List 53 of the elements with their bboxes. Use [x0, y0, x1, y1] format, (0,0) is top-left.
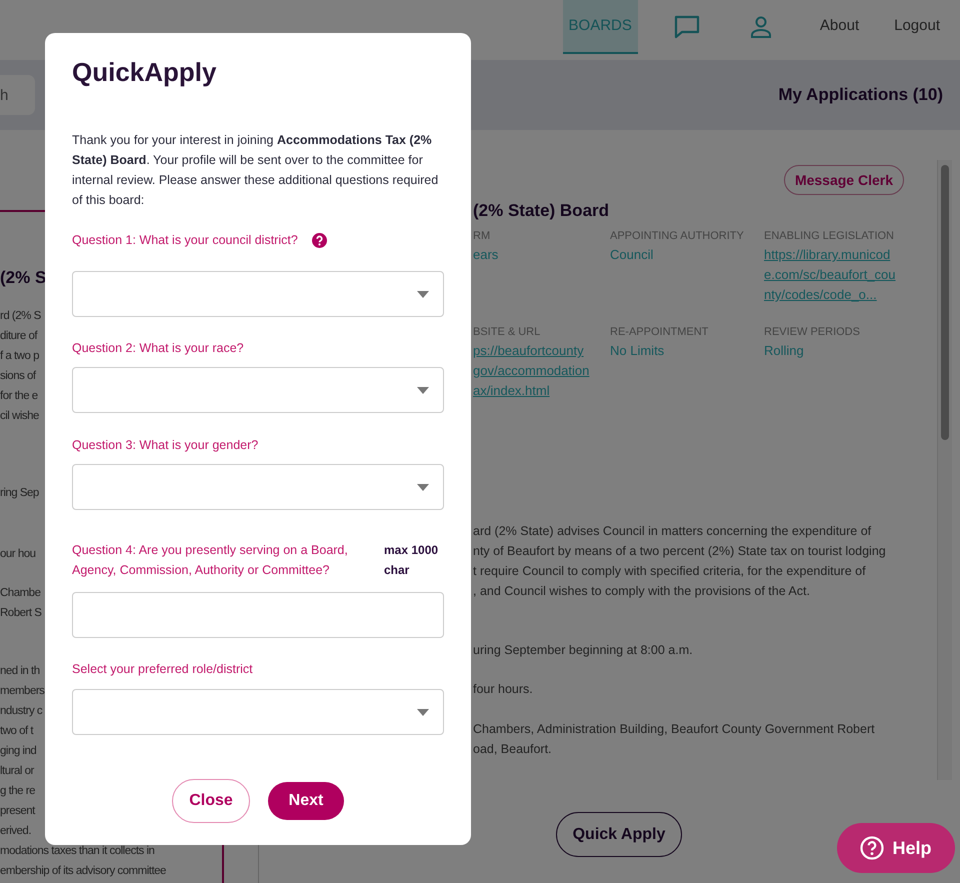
description-text: four hours.: [473, 681, 534, 698]
select-field[interactable]: [72, 271, 444, 317]
nav-link[interactable]: Logout: [894, 0, 940, 54]
description-text: ring Sep: [0, 486, 39, 501]
field-label: BSITE & URL: [473, 325, 542, 339]
close-button[interactable]: Close: [172, 779, 250, 823]
description-text: modations taxes than it collects in embership of its advisory committee: [0, 844, 166, 879]
next-button[interactable]: Next: [268, 782, 344, 820]
question-label: Question 4: Are you presently serving on a Board, Agency, Commission, Authority or Committee?: [72, 542, 349, 579]
description-text: Chambe Robert S: [0, 586, 42, 621]
question-label: Select your preferred role/district: [72, 661, 253, 678]
field-value: Council: [610, 246, 654, 264]
board-title: (2% State) Board: [473, 201, 610, 221]
modal-title: QuickApply: [72, 56, 218, 88]
field-value: ears: [473, 246, 500, 264]
character-limit: max 1000 char: [384, 542, 440, 579]
caret-icon: [417, 484, 429, 490]
text-field[interactable]: [72, 592, 444, 638]
field-label: APPOINTING AUTHORITY: [610, 229, 745, 243]
select-field[interactable]: [72, 367, 444, 413]
scrollbar-thumb[interactable]: [941, 165, 949, 440]
url-link[interactable]: ps://beaufortcounty gov/accommodation ax/index.html: [473, 341, 590, 401]
select-field[interactable]: [72, 464, 444, 510]
caret-icon: [417, 708, 429, 716]
select-field[interactable]: [72, 689, 444, 735]
description-text: our hou: [0, 547, 36, 562]
board-heading: (2% S: [0, 268, 48, 288]
description-text: ned in th members ndustry c two of t ging ind ltural or g the re present erived.: [0, 664, 44, 839]
nav-link[interactable]: About: [820, 0, 860, 54]
field-label: REVIEW PERIODS: [764, 325, 861, 339]
help-button[interactable]: Help: [837, 823, 955, 873]
field-label: RE-APPOINTMENT: [610, 325, 710, 339]
url-link[interactable]: https://library.municod e.com/sc/beaufort_cou nty/codes/code_o...: [764, 245, 896, 305]
description-text: Chambers, Administration Building, Beaufort County Government Robert oad, Beaufort.: [473, 721, 876, 758]
message-clerk-button[interactable]: Message Clerk: [784, 165, 904, 195]
intro-text: Thank you for your interest in joining Accommodations Tax (2% State) Board. Your profile will be sent over to the committee for internal review. Please answer these additional questions required of this board:: [72, 132, 440, 209]
question-label: Question 2: What is your race?: [72, 340, 244, 357]
question-label: Question 1: What is your council district?: [72, 232, 298, 249]
field-value: Rolling: [764, 342, 805, 360]
search-field[interactable]: h: [0, 75, 35, 115]
help-icon[interactable]: [312, 232, 327, 248]
quick-apply-button[interactable]: Quick Apply: [556, 812, 682, 857]
question-label: Question 3: What is your gender?: [72, 437, 258, 454]
field-value: No Limits: [610, 342, 666, 360]
description-text: ard (2% State) advises Council in matters concerning the expenditure of nty of Beaufort by means of a two percent (2%) State tax on tourist lodging t require Council to comply with specified criteria, for the expenditure of , and Council wishes to comply with the provisions of the Act.: [473, 523, 887, 600]
applications-link[interactable]: My Applications (10): [778, 82, 943, 108]
description-text: uring September beginning at 8:00 a.m.: [473, 642, 694, 659]
help-icon: [860, 836, 884, 860]
field-label: RM: [473, 229, 492, 243]
field-label: ENABLING LEGISLATION: [764, 229, 896, 243]
caret-icon: [417, 386, 429, 394]
caret-icon: [417, 290, 429, 298]
description-text: rd (2% S diture of f a two p sions of for the e cil wishe: [0, 309, 41, 424]
